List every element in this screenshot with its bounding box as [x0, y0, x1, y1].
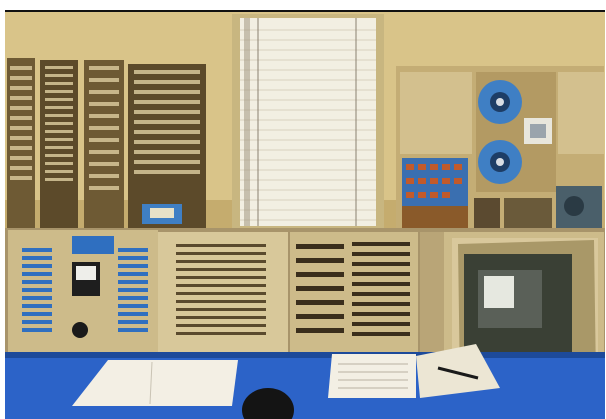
paper-document-right	[328, 354, 416, 398]
crt-screen-glow	[484, 276, 514, 308]
window-blinds	[232, 14, 384, 228]
tape-drive-cabinet	[396, 66, 604, 232]
computer-room-photo	[0, 0, 606, 419]
blue-desk	[5, 344, 605, 419]
console-knob-icon	[72, 322, 88, 338]
